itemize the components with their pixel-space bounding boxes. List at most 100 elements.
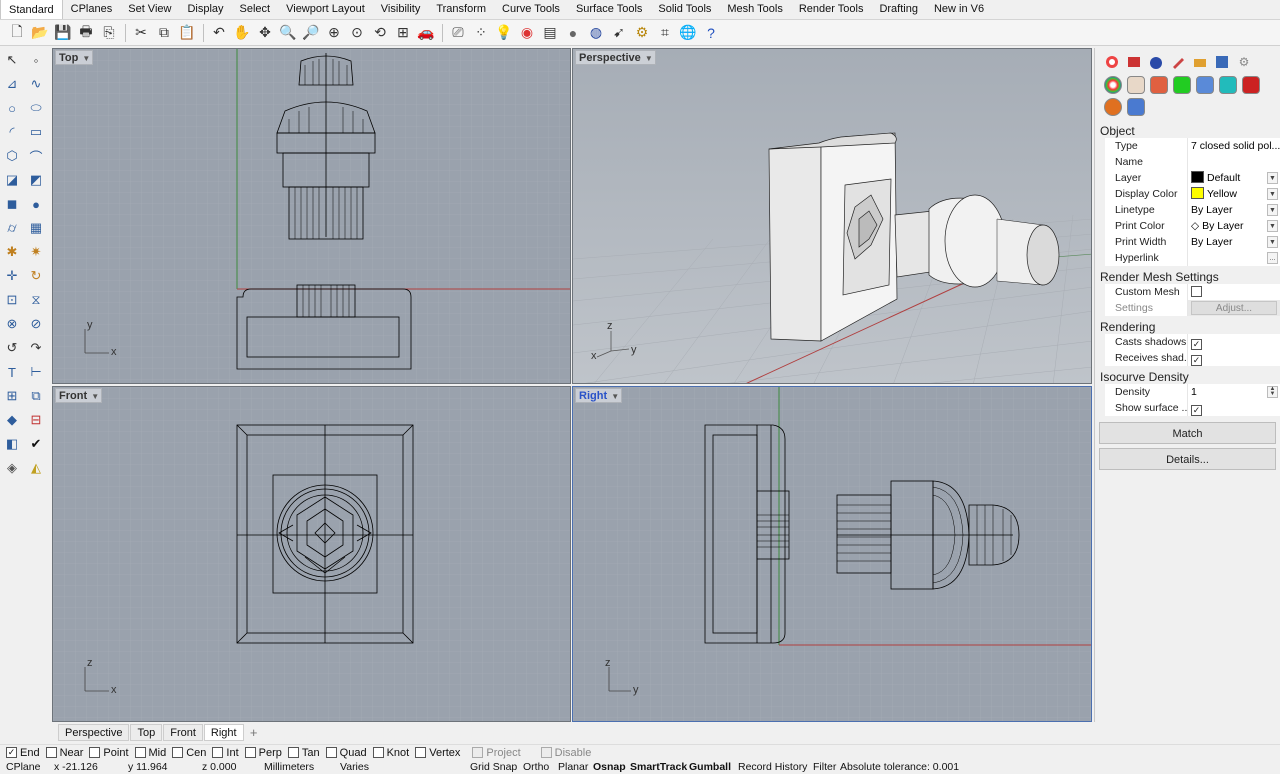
osnap-mid-checkbox[interactable]: [134, 747, 146, 758]
fillet-curve-icon[interactable]: ⌒: [24, 144, 48, 168]
edge-softening-page-icon[interactable]: [1101, 96, 1124, 118]
property-value-layer[interactable]: Default ▼: [1187, 170, 1280, 186]
viewport-tab-front[interactable]: Front: [163, 723, 203, 741]
osnap-perp[interactable]: Perp: [244, 747, 282, 759]
tab-visibility[interactable]: Visibility: [373, 0, 429, 19]
texture-mapping-page-icon[interactable]: [1170, 74, 1193, 96]
color-wheel-icon[interactable]: ◉: [516, 22, 538, 44]
scripts-icon[interactable]: ⌗: [654, 22, 676, 44]
osnap-perp-checkbox[interactable]: [244, 747, 256, 758]
viewport-right[interactable]: z y Right ▼: [572, 386, 1092, 722]
named-views-icon[interactable]: ⎚: [447, 22, 469, 44]
new-file-icon[interactable]: 🗋: [6, 22, 28, 44]
panel-options-gear-icon[interactable]: ⚙: [1233, 52, 1255, 72]
paste-icon[interactable]: 📋: [176, 22, 198, 44]
open-folder-icon[interactable]: 📂: [29, 22, 51, 44]
dropdown-arrow-icon[interactable]: ▼: [1267, 172, 1278, 184]
osnap-end-checkbox[interactable]: ✓: [6, 747, 17, 758]
polyline-icon[interactable]: ⊿: [0, 72, 24, 96]
circle-icon[interactable]: ○: [0, 96, 24, 120]
osnap-disable-checkbox[interactable]: [540, 747, 552, 758]
ellipse-icon[interactable]: ⬭: [24, 96, 48, 120]
adjust-button[interactable]: Adjust...: [1191, 301, 1277, 315]
tab-mesh-tools[interactable]: Mesh Tools: [719, 0, 790, 19]
osnap-disable[interactable]: Disable: [540, 747, 591, 759]
osnap-near-checkbox[interactable]: [45, 747, 57, 758]
offset-icon[interactable]: ↺: [0, 336, 24, 360]
osnap-int[interactable]: Int: [212, 747, 239, 759]
viewport-title-top[interactable]: Top ▼: [55, 50, 94, 65]
tab-drafting[interactable]: Drafting: [871, 0, 926, 19]
box-icon[interactable]: ◼: [0, 192, 24, 216]
cut-icon[interactable]: ✂: [130, 22, 152, 44]
property-value-print-width[interactable]: By Layer ▼: [1187, 234, 1280, 250]
details-button[interactable]: Details...: [1099, 448, 1276, 470]
viewport-tab-perspective[interactable]: Perspective: [58, 723, 130, 741]
group-icon[interactable]: ⧉: [24, 384, 48, 408]
tab-render-tools[interactable]: Render Tools: [791, 0, 872, 19]
viewport-menu-caret-icon[interactable]: ▼: [611, 389, 619, 404]
blend-icon[interactable]: ↷: [24, 336, 48, 360]
render-material-icon[interactable]: ◈: [0, 456, 24, 480]
osnap-quad-checkbox[interactable]: [325, 747, 337, 758]
gumball-toggle[interactable]: Gumball: [689, 760, 731, 774]
tab-display[interactable]: Display: [179, 0, 231, 19]
tab-standard[interactable]: Standard: [0, 0, 63, 19]
hyperlink-browse-button[interactable]: ...: [1267, 252, 1278, 264]
tab-solid-tools[interactable]: Solid Tools: [650, 0, 719, 19]
arc-icon[interactable]: ◜: [0, 120, 24, 144]
light-page-icon[interactable]: [1193, 74, 1216, 96]
zoom-window-icon[interactable]: 🔎: [300, 22, 322, 44]
zoom-selected-icon[interactable]: ⊙: [346, 22, 368, 44]
globe-icon[interactable]: 🌐: [677, 22, 699, 44]
dropdown-arrow-icon[interactable]: ▼: [1267, 236, 1278, 248]
cplane-label[interactable]: CPlane: [6, 760, 40, 774]
rectangle-icon[interactable]: ▭: [24, 120, 48, 144]
osnap-near[interactable]: Near: [45, 747, 83, 759]
tab-transform[interactable]: Transform: [428, 0, 494, 19]
cplane-icon[interactable]: ◆: [0, 408, 24, 432]
osnap-cen[interactable]: Cen: [172, 747, 206, 759]
move-icon[interactable]: ✛: [0, 264, 24, 288]
check-icon[interactable]: ✔: [24, 432, 48, 456]
zoom-dynamic-icon[interactable]: 🔍: [277, 22, 299, 44]
osnap-toggle[interactable]: Osnap: [593, 760, 626, 774]
property-value-linetype[interactable]: By Layer ▼: [1187, 202, 1280, 218]
layer-status[interactable]: Varies: [340, 760, 369, 774]
zoom-extents-icon[interactable]: ⊕: [323, 22, 345, 44]
undo-icon[interactable]: ↶: [208, 22, 230, 44]
mirror-icon[interactable]: ⧖: [24, 288, 48, 312]
shut-lining-page-icon[interactable]: [1124, 96, 1147, 118]
shaded-sphere-icon[interactable]: ●: [562, 22, 584, 44]
dimension-icon[interactable]: ⊢: [24, 360, 48, 384]
dropdown-arrow-icon[interactable]: ▼: [1267, 188, 1278, 200]
join-icon[interactable]: ⊗: [0, 312, 24, 336]
viewport-tab-top[interactable]: Top: [130, 723, 163, 741]
polygon-icon[interactable]: ⬡: [0, 144, 24, 168]
sphere-solid-icon[interactable]: ●: [24, 192, 48, 216]
display-tab-icon[interactable]: [1145, 52, 1167, 72]
decals-page-icon[interactable]: [1147, 74, 1170, 96]
osnap-knot[interactable]: Knot: [372, 747, 409, 759]
text-icon[interactable]: T: [0, 360, 24, 384]
mesh-icon[interactable]: ▦: [24, 216, 48, 240]
dropdown-arrow-icon[interactable]: ▼: [1267, 220, 1278, 232]
explode-icon[interactable]: ✷: [24, 240, 48, 264]
layers-tab-icon[interactable]: [1123, 52, 1145, 72]
add-viewport-tab-icon[interactable]: +: [245, 725, 263, 740]
osnap-int-checkbox[interactable]: [212, 747, 224, 758]
osnap-knot-checkbox[interactable]: [372, 747, 384, 758]
units-label[interactable]: Millimeters: [264, 760, 314, 774]
lightbulb-icon[interactable]: 💡: [493, 22, 515, 44]
layer-palette-icon[interactable]: ▤: [539, 22, 561, 44]
show-surface-checkbox[interactable]: ✓: [1191, 405, 1202, 416]
car-icon[interactable]: 🚗: [415, 22, 437, 44]
curve-piping-page-icon[interactable]: [1216, 74, 1239, 96]
osnap-tan[interactable]: Tan: [287, 747, 320, 759]
named-views-tab-icon[interactable]: [1211, 52, 1233, 72]
viewport-perspective[interactable]: z x y Perspective ▼: [572, 48, 1092, 384]
osnap-mid[interactable]: Mid: [134, 747, 166, 759]
tab-select[interactable]: Select: [232, 0, 279, 19]
extrude-curve-icon[interactable]: ◩: [24, 168, 48, 192]
move-view-icon[interactable]: ✥: [254, 22, 276, 44]
